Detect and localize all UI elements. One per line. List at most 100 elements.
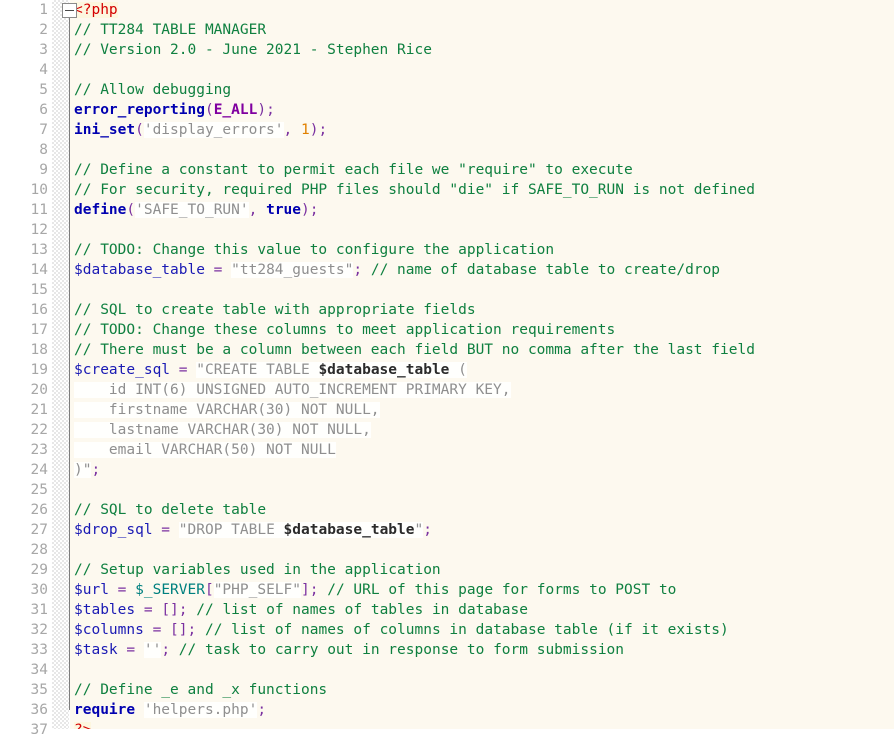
code-token: // Setup variables used in the applicati… [74, 562, 441, 578]
code-line[interactable]: $drop_sql = "DROP TABLE $database_table"… [74, 520, 894, 540]
code-token: $create_sql [74, 362, 171, 378]
line-number: 30 [30, 582, 48, 598]
code-token: ?> [74, 722, 92, 729]
code-token: // name of database table to create/drop [370, 262, 721, 278]
line-number: 22 [30, 422, 48, 438]
code-token: ( [126, 202, 136, 218]
code-line[interactable]: define('SAFE_TO_RUN', true); [74, 200, 894, 220]
code-token: <?php [74, 2, 118, 18]
code-token: ; [91, 462, 101, 478]
code-line[interactable]: )"; [74, 460, 894, 480]
code-token: = [108, 582, 136, 598]
code-line[interactable]: id INT(6) UNSIGNED AUTO_INCREMENT PRIMAR… [74, 380, 894, 400]
code-editor[interactable]: 1 2 3 4 5 6 7 8 9 10 11 12 13 14 15 16 17 18 19 20 21 22 23 24 2… [0, 0, 894, 738]
line-number: 28 [30, 542, 48, 558]
code-token: // TODO: Change this value to configure … [74, 242, 555, 258]
code-line[interactable]: // Allow debugging [74, 80, 894, 100]
code-line[interactable]: firstname VARCHAR(30) NOT NULL, [74, 400, 894, 420]
code-token: true [266, 202, 302, 218]
code-line[interactable]: // SQL to delete table [74, 500, 894, 520]
code-token: // Define a constant to permit each file… [74, 162, 633, 178]
line-number: 3 [39, 42, 48, 58]
code-token: "CREATE TABLE [196, 362, 319, 378]
code-token: )" [74, 462, 92, 478]
code-token: ; [257, 702, 267, 718]
line-number-column: 1 2 3 4 5 6 7 8 9 10 11 12 13 14 15 16 17 18 19 20 21 22 23 24 2… [0, 0, 52, 740]
code-line[interactable]: email VARCHAR(50) NOT NULL [74, 440, 894, 460]
code-token: // list of names of tables in database [196, 602, 528, 618]
line-number: 31 [30, 602, 48, 618]
code-line[interactable]: require 'helpers.php'; [74, 700, 894, 720]
line-number: 4 [39, 62, 48, 78]
line-number: 16 [30, 302, 48, 318]
code-token: "DROP TABLE [178, 522, 284, 538]
code-line[interactable]: ?> [74, 720, 894, 729]
line-number: 7 [39, 122, 48, 138]
code-line[interactable]: $database_table = "tt284_guests"; // nam… [74, 260, 894, 280]
code-line[interactable]: // TODO: Change these columns to meet ap… [74, 320, 894, 340]
code-line[interactable]: // Define a constant to permit each file… [74, 160, 894, 180]
code-content[interactable]: <?php // TT284 TABLE MANAGER // Version 2.… [70, 0, 894, 729]
editor-gutter: 1 2 3 4 5 6 7 8 9 10 11 12 13 14 15 16 17 18 19 20 21 22 23 24 2… [0, 0, 77, 738]
code-line[interactable]: error_reporting(E_ALL); [74, 100, 894, 120]
code-token: ini_set [74, 122, 136, 138]
code-token: email VARCHAR(50) NOT NULL [74, 442, 336, 458]
code-line[interactable]: // Version 2.0 - June 2021 - Stephen Ric… [74, 40, 894, 60]
line-number: 15 [30, 282, 48, 298]
code-token: '' [143, 642, 162, 658]
code-token: E_ALL [213, 102, 258, 118]
line-number: 20 [30, 382, 48, 398]
line-number: 6 [39, 102, 48, 118]
code-token: = [204, 262, 232, 278]
line-number: 26 [30, 502, 48, 518]
code-line[interactable] [74, 220, 894, 240]
line-number: 35 [30, 682, 48, 698]
code-line[interactable]: $tables = []; // list of names of tables… [74, 600, 894, 620]
code-token: ); [257, 102, 275, 118]
code-line[interactable]: // TT284 TABLE MANAGER [74, 20, 894, 40]
code-token: // list of names of columns in database … [204, 622, 729, 638]
code-line[interactable]: $columns = []; // list of names of colum… [74, 620, 894, 640]
code-token: "PHP_SELF" [213, 582, 302, 598]
code-line[interactable]: // Define _e and _x functions [74, 680, 894, 700]
line-number: 11 [30, 202, 48, 218]
line-number: 27 [30, 522, 48, 538]
code-line[interactable]: ini_set('display_errors', 1); [74, 120, 894, 140]
code-token: = [170, 362, 197, 378]
code-line[interactable] [74, 540, 894, 560]
code-line[interactable]: <?php [74, 0, 894, 20]
code-line[interactable]: lastname VARCHAR(30) NOT NULL, [74, 420, 894, 440]
code-token: ( [135, 122, 144, 138]
line-number: 32 [30, 622, 48, 638]
line-number: 37 [30, 722, 48, 738]
code-line[interactable] [74, 280, 894, 300]
code-line[interactable]: // There must be a column between each f… [74, 340, 894, 360]
code-token: ); [309, 122, 328, 138]
fold-toggle-icon[interactable] [62, 3, 77, 18]
code-token: $database_table [283, 522, 415, 538]
code-line[interactable] [74, 660, 894, 680]
code-line[interactable] [74, 60, 894, 80]
code-token: $columns [74, 622, 144, 638]
code-line[interactable] [74, 480, 894, 500]
code-line[interactable]: // For security, required PHP files shou… [74, 180, 894, 200]
code-token: // There must be a column between each f… [74, 342, 755, 358]
code-token: = [143, 622, 171, 638]
code-line[interactable]: $task = ''; // task to carry out in resp… [74, 640, 894, 660]
code-line[interactable] [74, 140, 894, 160]
line-number: 8 [39, 142, 48, 158]
code-line[interactable]: // TODO: Change this value to configure … [74, 240, 894, 260]
code-token: ; [161, 642, 171, 658]
code-token: 'helpers.php' [143, 702, 258, 718]
code-line[interactable]: $create_sql = "CREATE TABLE $database_ta… [74, 360, 894, 380]
code-token: "tt284_guests" [231, 262, 354, 278]
code-line[interactable]: $url = $_SERVER["PHP_SELF"]; // URL of t… [74, 580, 894, 600]
code-line[interactable]: // Setup variables used in the applicati… [74, 560, 894, 580]
code-line[interactable]: // SQL to create table with appropriate … [74, 300, 894, 320]
code-token: ; [423, 522, 432, 538]
line-number: 33 [30, 642, 48, 658]
line-number: 18 [30, 342, 48, 358]
